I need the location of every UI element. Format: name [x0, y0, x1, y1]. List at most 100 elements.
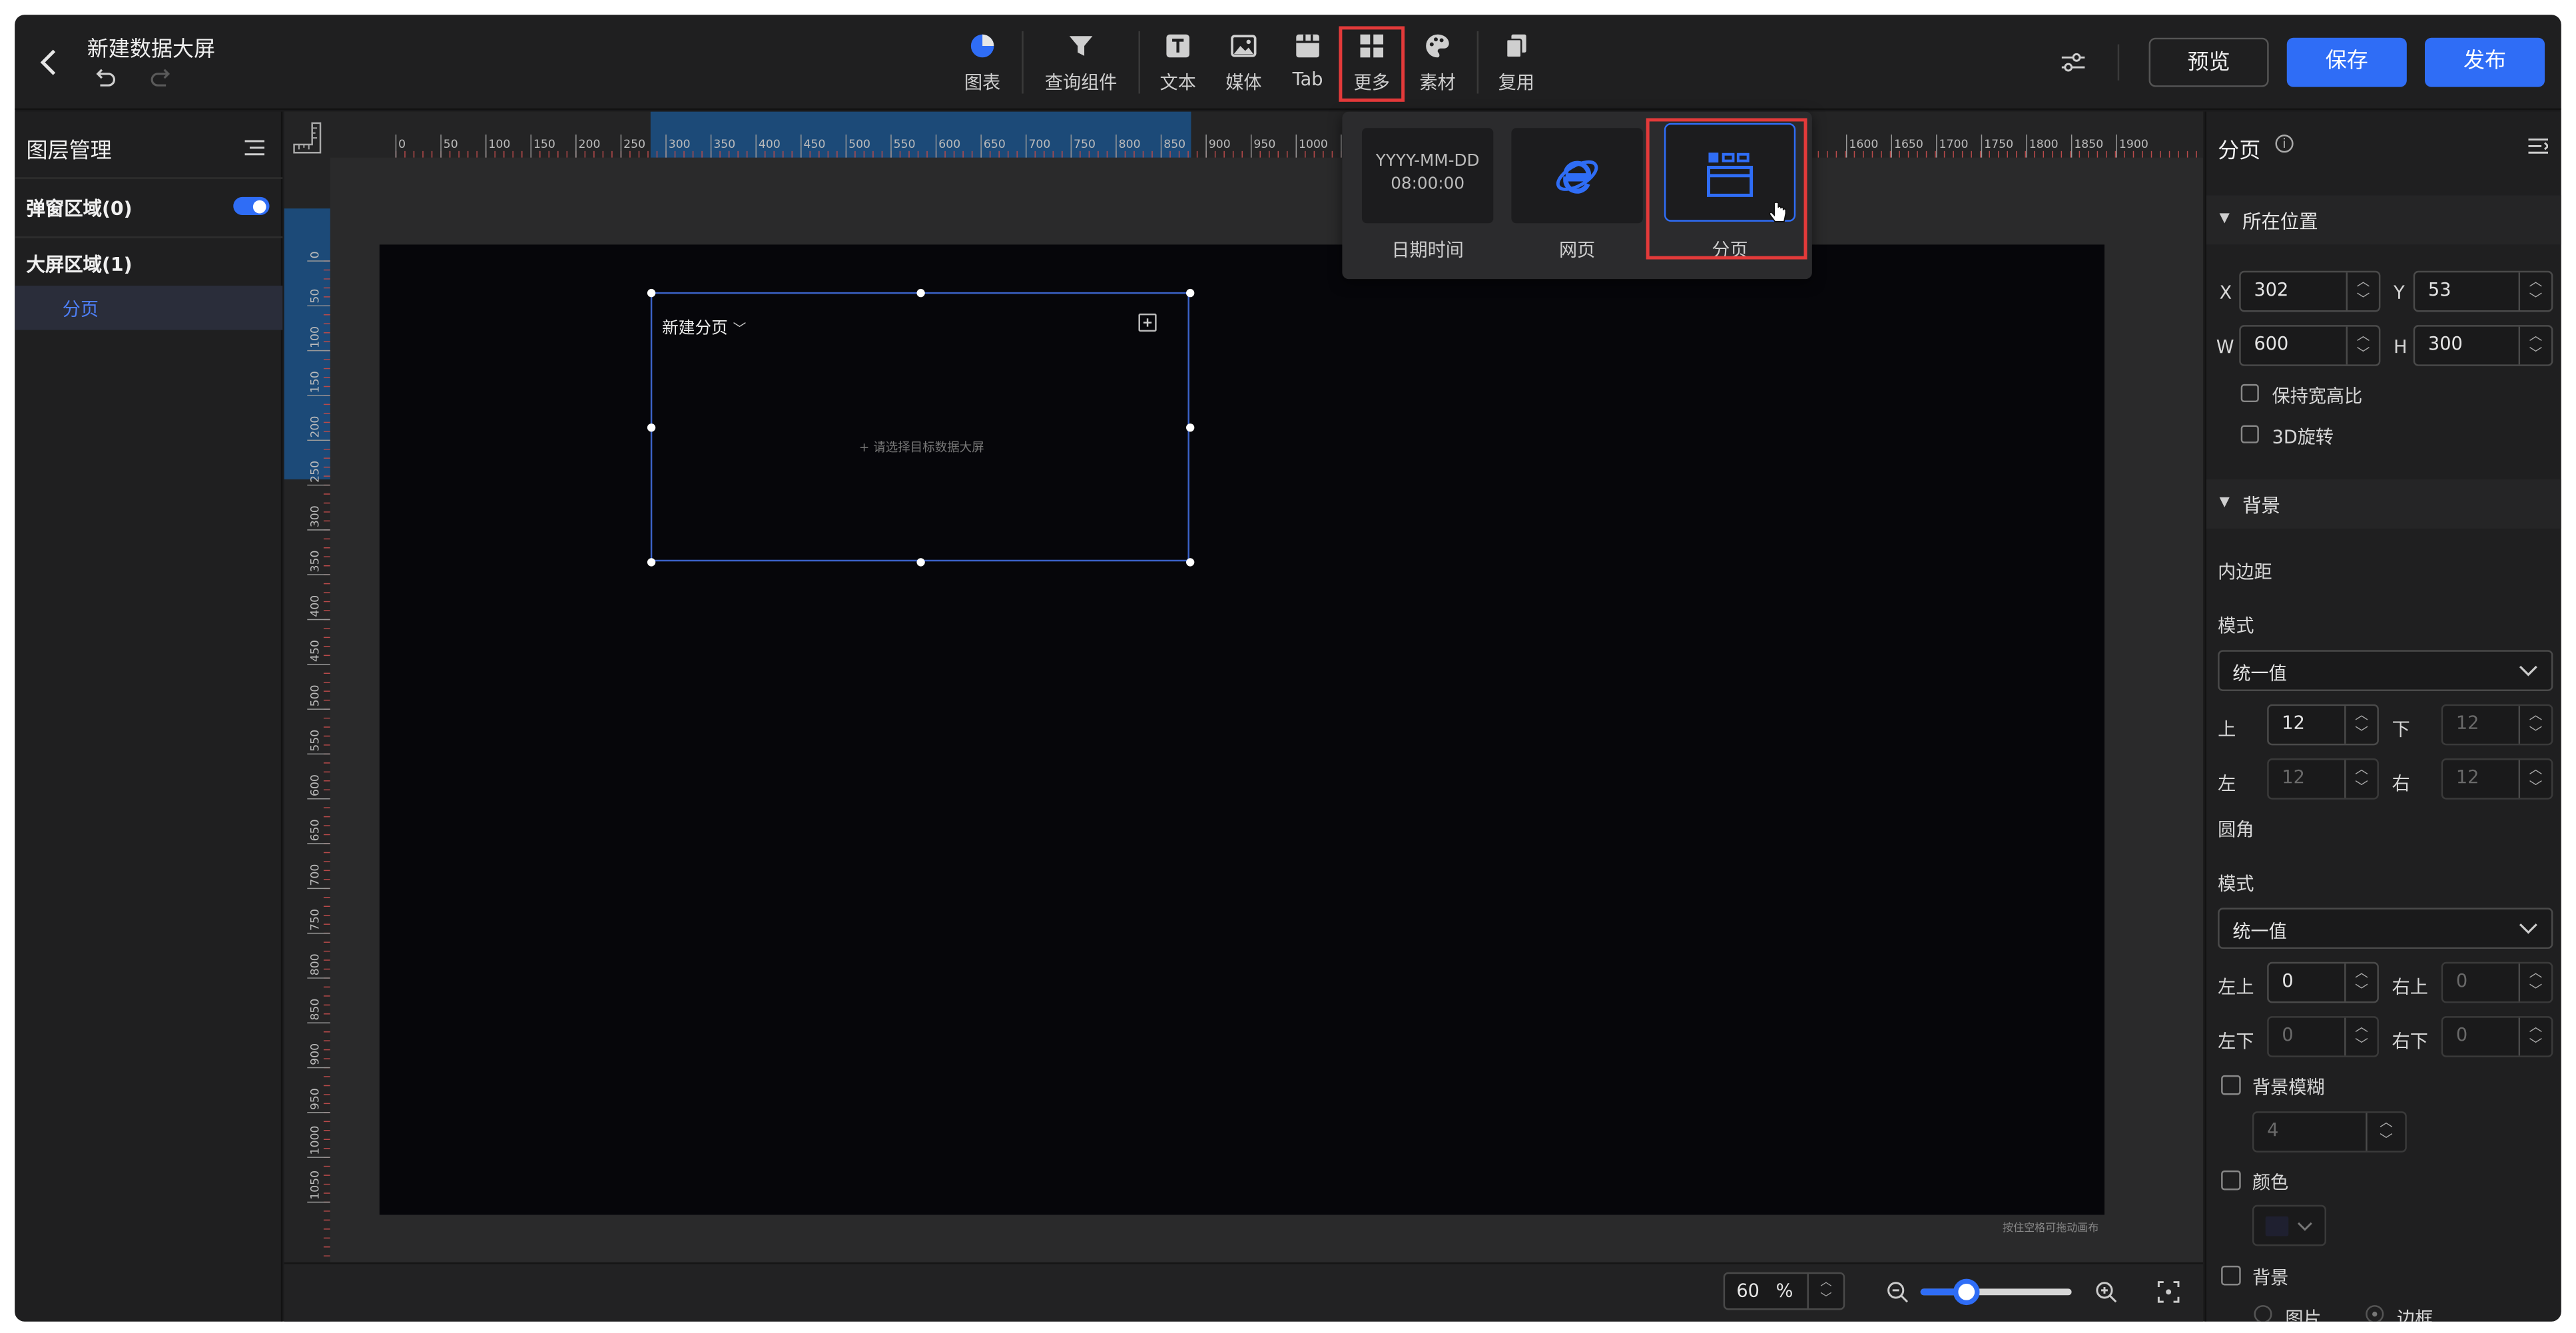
popup-area-label: 弹窗区域(0)	[26, 196, 133, 220]
undo-icon[interactable]	[94, 67, 117, 91]
ruler-tick-label: 0	[398, 138, 406, 151]
back-icon[interactable]	[38, 46, 61, 79]
zoom-in-icon[interactable]	[2094, 1280, 2118, 1304]
radius-mode-select[interactable]: 统一值	[2218, 908, 2553, 949]
background-section-header[interactable]: ▼ 背景	[2206, 479, 2561, 529]
image-radio[interactable]	[2254, 1305, 2272, 1322]
x-input[interactable]: 302 ︿ ﹀	[2239, 270, 2381, 312]
resize-handle[interactable]	[1186, 558, 1195, 567]
collapse-panel-icon[interactable]	[2528, 136, 2550, 154]
ruler-tick-label: 700	[309, 864, 322, 886]
resize-handle[interactable]	[1186, 288, 1195, 298]
component-title-text: 新建分页	[662, 320, 728, 338]
layer-panel: 图层管理 弹窗区域(0) 大屏区域(1) 分页	[15, 111, 283, 1322]
ruler-tick-label: 1000	[1299, 138, 1328, 151]
zoom-slider[interactable]	[1920, 1278, 2072, 1306]
menu-icon[interactable]	[244, 138, 265, 156]
toolbar-reuse[interactable]: 复用	[1484, 25, 1550, 100]
resize-handle[interactable]	[916, 288, 925, 298]
background-checkbox[interactable]	[2221, 1265, 2241, 1286]
info-icon[interactable]: i	[2275, 134, 2294, 153]
y-input[interactable]: 53 ︿ ﹀	[2413, 270, 2553, 312]
resize-handle[interactable]	[647, 288, 656, 298]
position-section-header[interactable]: ▼ 所在位置	[2206, 195, 2561, 245]
radius-br-input[interactable]: 0 ︿ ﹀	[2441, 1016, 2553, 1057]
radius-tr-input[interactable]: 0 ︿ ﹀	[2441, 961, 2553, 1003]
ruler-tick-label: 650	[309, 819, 322, 841]
toolbar-query[interactable]: 查询组件	[1042, 25, 1120, 100]
save-button[interactable]: 保存	[2286, 37, 2407, 87]
keep-ratio-checkbox[interactable]	[2240, 384, 2259, 403]
ruler-tick-label: 800	[1119, 138, 1141, 151]
ruler-tick-label: 0	[309, 251, 322, 258]
bg-blur-stepper[interactable]: ︿ ﹀	[2366, 1113, 2405, 1151]
toolbar-more[interactable]: 更多	[1339, 25, 1405, 100]
padding-left-stepper[interactable]: ︿ ﹀	[2344, 760, 2377, 798]
screen-canvas[interactable]: 新建分页 ﹀ + 请选择目标数据大屏	[379, 244, 2104, 1215]
fit-screen-icon[interactable]	[2157, 1280, 2180, 1304]
h-stepper[interactable]: ︿ ﹀	[2518, 326, 2551, 365]
pagination-component[interactable]: 新建分页 ﹀ + 请选择目标数据大屏	[647, 288, 1195, 567]
color-picker[interactable]	[2252, 1204, 2326, 1246]
bg-blur-checkbox[interactable]	[2221, 1075, 2241, 1095]
radius-tr-stepper[interactable]: ︿ ﹀	[2518, 963, 2551, 1001]
ruler-tick-label: 450	[309, 640, 322, 662]
toolbar-media[interactable]: 媒体	[1211, 25, 1277, 100]
redo-icon[interactable]	[149, 67, 172, 91]
caret-down-icon: ▼	[2219, 494, 2230, 509]
component-placeholder[interactable]: + 请选择目标数据大屏	[652, 438, 1191, 456]
toolbar-text[interactable]: 文本	[1145, 25, 1211, 100]
ruler-tick-label: 200	[579, 138, 601, 151]
toolbar-tab[interactable]: Tab	[1275, 25, 1341, 100]
x-stepper[interactable]: ︿ ﹀	[2346, 272, 2379, 310]
ruler-tick-label: 150	[533, 138, 555, 151]
toolbar-material[interactable]: 素材	[1405, 25, 1470, 100]
resize-handle[interactable]	[916, 558, 925, 567]
padding-top-input[interactable]: 12 ︿ ﹀	[2267, 704, 2379, 746]
w-stepper[interactable]: ︿ ﹀	[2346, 326, 2379, 365]
rotate3d-checkbox[interactable]	[2240, 425, 2259, 443]
add-page-icon[interactable]	[1138, 313, 1157, 332]
bg-blur-input[interactable]: 4 ︿ ﹀	[2252, 1111, 2407, 1153]
radius-br-stepper[interactable]: ︿ ﹀	[2518, 1017, 2551, 1056]
color-checkbox[interactable]	[2221, 1170, 2241, 1191]
layer-item[interactable]: 分页	[15, 285, 283, 330]
ruler-tick-label: 300	[669, 138, 691, 151]
padding-top-stepper[interactable]: ︿ ﹀	[2344, 706, 2377, 744]
radius-bl-stepper[interactable]: ︿ ﹀	[2344, 1017, 2377, 1056]
datetime-label: 日期时间	[1391, 239, 1464, 262]
screen-area-label: 大屏区域(1)	[26, 252, 133, 276]
border-radio[interactable]	[2366, 1305, 2384, 1322]
radius-tl-input[interactable]: 0 ︿ ﹀	[2267, 961, 2379, 1003]
zoom-input[interactable]: 60 % ︿ ﹀	[1723, 1272, 1845, 1310]
datetime-tile[interactable]: YYYY-MM-DD 08:00:00	[1361, 128, 1494, 224]
zoom-out-icon[interactable]	[1886, 1280, 1909, 1304]
zoom-slider-handle[interactable]	[1953, 1278, 1979, 1306]
padding-right-stepper[interactable]: ︿ ﹀	[2518, 760, 2551, 798]
h-input[interactable]: 300 ︿ ﹀	[2413, 325, 2553, 366]
padding-bottom-stepper[interactable]: ︿ ﹀	[2518, 706, 2551, 744]
y-stepper[interactable]: ︿ ﹀	[2518, 272, 2551, 310]
browser-icon	[1556, 160, 1598, 194]
toolbar-label: Tab	[1292, 69, 1323, 91]
zoom-stepper[interactable]: ︿ ﹀	[1807, 1274, 1843, 1309]
popup-area-toggle[interactable]	[233, 196, 270, 215]
webpage-tile[interactable]	[1511, 128, 1643, 224]
settings-sliders-icon[interactable]	[2060, 49, 2086, 75]
ruler-tick-label: 600	[309, 774, 322, 796]
resize-handle[interactable]	[647, 558, 656, 567]
toolbar-chart[interactable]: 图表	[950, 25, 1016, 100]
radius-tl-stepper[interactable]: ︿ ﹀	[2344, 963, 2377, 1001]
padding-mode-select[interactable]: 统一值	[2218, 650, 2553, 691]
resize-handle[interactable]	[1186, 423, 1195, 432]
radius-bl-input[interactable]: 0 ︿ ﹀	[2267, 1016, 2379, 1057]
preview-button[interactable]: 预览	[2148, 37, 2269, 87]
w-input[interactable]: 600 ︿ ﹀	[2239, 325, 2381, 366]
publish-button[interactable]: 发布	[2424, 37, 2545, 87]
component-title[interactable]: 新建分页 ﹀	[662, 314, 746, 338]
padding-left-input[interactable]: 12 ︿ ﹀	[2267, 758, 2379, 800]
ruler-tick-label: 550	[309, 730, 322, 752]
resize-handle[interactable]	[647, 423, 656, 432]
padding-bottom-input[interactable]: 12 ︿ ﹀	[2441, 704, 2553, 746]
padding-right-input[interactable]: 12 ︿ ﹀	[2441, 758, 2553, 800]
